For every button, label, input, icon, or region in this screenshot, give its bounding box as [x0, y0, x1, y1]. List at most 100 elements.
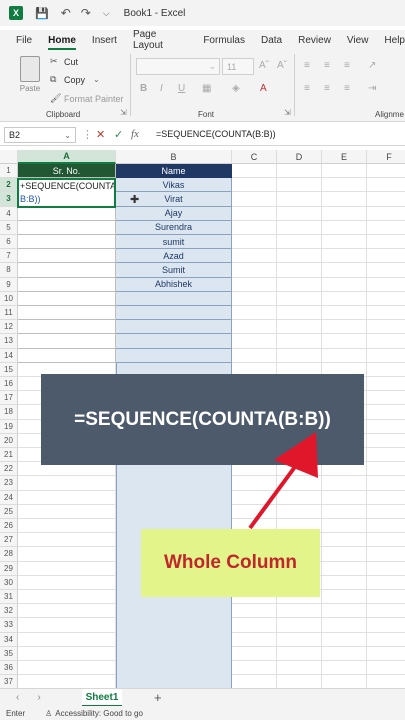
select-all-corner[interactable] — [0, 150, 18, 164]
row-header[interactable]: 28 — [0, 547, 18, 562]
cell[interactable] — [367, 448, 405, 463]
row-header[interactable]: 30 — [0, 575, 18, 590]
cell[interactable] — [232, 618, 277, 633]
font-color-icon[interactable]: A — [260, 83, 267, 94]
cell[interactable] — [367, 164, 405, 179]
cell[interactable] — [367, 604, 405, 619]
row-header[interactable]: 19 — [0, 419, 18, 434]
row-header[interactable]: 14 — [0, 348, 18, 363]
more-options-icon[interactable]: ⋮ — [82, 128, 93, 141]
row-header[interactable]: 3 — [0, 192, 18, 207]
quick-access-dropdown-icon[interactable]: ⌵ — [103, 8, 110, 19]
cell[interactable] — [367, 405, 405, 420]
font-size-select[interactable]: 11 — [222, 58, 254, 75]
bold-button[interactable]: B — [140, 83, 147, 94]
tab-formulas[interactable]: Formulas — [203, 35, 245, 46]
row-header[interactable]: 11 — [0, 306, 18, 321]
cell[interactable] — [277, 277, 322, 292]
tab-insert[interactable]: Insert — [92, 35, 117, 46]
cell[interactable] — [322, 476, 367, 491]
cell[interactable] — [367, 505, 405, 519]
header-cell-b[interactable]: Name — [116, 164, 232, 179]
tab-data[interactable]: Data — [261, 35, 282, 46]
chevron-right-icon[interactable]: › — [37, 692, 40, 703]
column-header-f[interactable]: F — [367, 150, 405, 164]
dialog-launcher-icon[interactable]: ⇲ — [120, 108, 127, 117]
cell-a[interactable] — [18, 476, 116, 491]
cell[interactable] — [277, 235, 322, 250]
cell[interactable] — [367, 675, 405, 688]
row-header[interactable]: 9 — [0, 277, 18, 292]
cell[interactable] — [277, 192, 322, 207]
cell[interactable] — [277, 220, 322, 235]
cell[interactable] — [322, 675, 367, 688]
cell[interactable] — [232, 334, 277, 349]
row-header[interactable]: 4 — [0, 206, 18, 221]
column-header-a[interactable]: A — [18, 150, 116, 164]
copy-button[interactable]: ⧉ Copy ⌄ — [50, 74, 100, 85]
cell[interactable] — [322, 348, 367, 363]
row-header[interactable]: 6 — [0, 235, 18, 250]
cell-a[interactable] — [18, 675, 116, 688]
cell[interactable] — [277, 206, 322, 221]
cell[interactable] — [322, 220, 367, 235]
align-right-icon[interactable]: ≡ — [344, 83, 350, 94]
row-header[interactable]: 7 — [0, 249, 18, 264]
column-header-c[interactable]: C — [232, 150, 277, 164]
row-header[interactable]: 31 — [0, 590, 18, 605]
borders-icon[interactable]: ▦ — [202, 83, 211, 94]
row-header[interactable]: 26 — [0, 519, 18, 534]
cell[interactable] — [367, 633, 405, 647]
cell-a[interactable] — [18, 320, 116, 335]
cell[interactable] — [367, 249, 405, 264]
cell[interactable] — [277, 476, 322, 491]
cell[interactable] — [367, 363, 405, 377]
cell[interactable] — [367, 420, 405, 434]
cell[interactable] — [322, 263, 367, 278]
cell-a[interactable] — [18, 306, 116, 321]
cell[interactable] — [367, 519, 405, 534]
cell[interactable] — [367, 590, 405, 605]
dialog-launcher-icon[interactable]: ⇲ — [284, 108, 291, 117]
cell-a[interactable] — [18, 490, 116, 505]
cell[interactable] — [232, 206, 277, 221]
cell[interactable] — [367, 434, 405, 448]
cell[interactable] — [277, 320, 322, 335]
fill-color-icon[interactable]: ◈ — [232, 83, 240, 94]
cell[interactable] — [367, 491, 405, 505]
cell[interactable] — [367, 618, 405, 633]
cell-a[interactable] — [18, 632, 116, 647]
cell[interactable] — [367, 647, 405, 661]
cell[interactable] — [232, 604, 277, 619]
cell-b[interactable] — [116, 291, 232, 306]
format-painter-button[interactable]: 🖌 Format Painter — [50, 93, 124, 104]
cell[interactable] — [232, 661, 277, 676]
cell[interactable] — [367, 292, 405, 306]
row-header[interactable]: 2 — [0, 178, 18, 193]
cell[interactable] — [367, 263, 405, 278]
header-cell-a[interactable]: Sr. No. — [18, 164, 116, 179]
cell-a[interactable] — [18, 291, 116, 306]
cell-b[interactable] — [116, 306, 232, 321]
cell[interactable] — [367, 235, 405, 250]
row-header[interactable]: 34 — [0, 632, 18, 647]
cell[interactable] — [277, 646, 322, 661]
column-header-b[interactable]: B — [116, 150, 232, 164]
cell[interactable] — [232, 632, 277, 647]
cell[interactable] — [232, 646, 277, 661]
active-cell-editor[interactable]: +SEQUENCE(COUNTA(B:B)) — [17, 178, 116, 208]
cell[interactable] — [232, 476, 277, 491]
cell-a[interactable] — [18, 220, 116, 235]
cell-a[interactable] — [18, 661, 116, 676]
row-header[interactable]: 24 — [0, 490, 18, 505]
sheet-tab-sheet1[interactable]: Sheet1 — [82, 689, 122, 707]
cell-a[interactable] — [18, 277, 116, 292]
cell-b[interactable] — [116, 334, 232, 349]
cell-b[interactable] — [116, 348, 232, 363]
cell[interactable] — [232, 164, 277, 179]
column-header-d[interactable]: D — [277, 150, 322, 164]
cell[interactable] — [322, 306, 367, 321]
cell[interactable] — [322, 661, 367, 676]
row-header[interactable]: 22 — [0, 462, 18, 477]
cell[interactable] — [322, 547, 367, 562]
